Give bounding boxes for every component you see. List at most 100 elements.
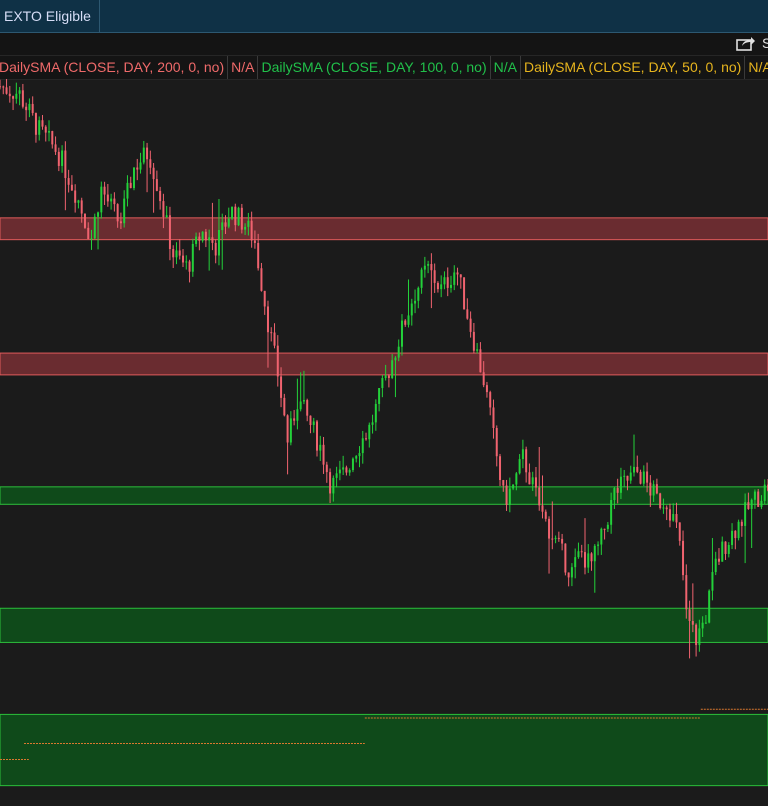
candle-body xyxy=(623,475,626,477)
candle-body xyxy=(544,511,547,519)
candle-body xyxy=(293,418,296,421)
candle-body xyxy=(12,96,15,99)
candle-body xyxy=(721,541,724,562)
candle-body xyxy=(100,186,103,213)
candle-body xyxy=(698,628,701,646)
candle-body xyxy=(260,268,263,291)
resistance-zone xyxy=(0,217,768,241)
candle-body xyxy=(675,514,678,523)
candle-body xyxy=(374,403,377,423)
candle-body xyxy=(61,150,64,166)
candle-body xyxy=(18,90,21,94)
candle-body xyxy=(593,545,596,562)
candle-body xyxy=(358,453,361,457)
candle-body xyxy=(704,622,707,624)
candle-body xyxy=(453,272,456,285)
candle-body xyxy=(417,287,420,301)
candle-body xyxy=(541,505,544,512)
candle-body xyxy=(518,459,521,474)
candle-body xyxy=(15,93,18,99)
candle-body xyxy=(113,198,116,205)
candle-body xyxy=(678,522,681,541)
candle-body xyxy=(633,466,636,473)
candle-body xyxy=(299,401,302,410)
candle-body xyxy=(548,518,551,539)
candle-body xyxy=(306,400,309,416)
candle-body xyxy=(479,349,482,373)
candle-body xyxy=(110,198,113,202)
candle-body xyxy=(597,544,600,546)
candle-body xyxy=(348,470,351,473)
candle-body xyxy=(443,277,446,285)
candle-body xyxy=(574,557,577,568)
candle-body xyxy=(557,537,560,539)
candle-body xyxy=(427,264,430,266)
candle-body xyxy=(407,315,410,325)
candle-body xyxy=(629,472,632,481)
candle-body xyxy=(682,540,685,576)
candle-body xyxy=(74,190,77,203)
toolbar-truncated-label: S xyxy=(762,35,768,51)
price-chart[interactable] xyxy=(0,79,768,806)
candle-body xyxy=(492,407,495,429)
candle-body xyxy=(734,530,737,539)
candle-body xyxy=(351,458,354,471)
candle-body xyxy=(502,480,505,486)
candle-body xyxy=(649,482,652,496)
candle-body xyxy=(394,357,397,361)
candle-body xyxy=(521,449,524,460)
candle-body xyxy=(25,106,28,111)
candle-body xyxy=(616,488,619,493)
candle-body xyxy=(476,349,479,351)
candle-body xyxy=(221,222,224,231)
candle-body xyxy=(731,530,734,546)
candle-body xyxy=(64,150,67,179)
candle-body xyxy=(685,575,688,610)
candle-body xyxy=(613,488,616,500)
candle-body xyxy=(449,284,452,288)
candle-body xyxy=(0,86,1,88)
candle-body xyxy=(740,521,743,526)
candle-body xyxy=(525,449,528,473)
candle-body xyxy=(410,303,413,316)
candle-body xyxy=(316,421,319,451)
candle-body xyxy=(423,265,426,270)
chart-toolbar xyxy=(0,33,768,55)
candle-body xyxy=(459,274,462,278)
candle-body xyxy=(708,590,711,623)
candle-body xyxy=(38,120,41,135)
candle-body xyxy=(283,397,286,416)
candle-body xyxy=(123,198,126,224)
candle-body xyxy=(472,331,475,351)
candle-body xyxy=(54,144,57,152)
candle-body xyxy=(44,126,47,133)
candle-body xyxy=(28,103,31,111)
candle-body xyxy=(322,444,325,465)
candle-body xyxy=(83,213,86,228)
candle-body xyxy=(201,231,204,241)
candle-body xyxy=(727,545,730,554)
candle-body xyxy=(747,502,750,509)
candle-body xyxy=(757,491,760,507)
candle-body xyxy=(67,178,70,185)
candle-body xyxy=(77,200,80,203)
candle-body xyxy=(469,318,472,332)
candle-body xyxy=(384,375,387,379)
tab-exto-eligible[interactable]: EXTO Eligible xyxy=(0,0,100,32)
candle-body xyxy=(289,418,292,443)
candle-body xyxy=(172,249,175,258)
candle-body xyxy=(639,471,642,484)
candle-body xyxy=(561,538,564,544)
candle-body xyxy=(41,120,44,127)
candle-body xyxy=(750,499,753,509)
study-label[interactable]: DailySMA (CLOSE, DAY, 50, 0, no) xyxy=(521,56,746,79)
candle-body xyxy=(512,484,515,489)
candle-body xyxy=(466,309,469,319)
study-label[interactable]: DailySMA (CLOSE, DAY, 200, 0, no) xyxy=(0,56,229,79)
share-icon[interactable] xyxy=(736,35,756,51)
candle-body xyxy=(515,473,518,485)
candle-body xyxy=(182,255,185,263)
candle-body xyxy=(152,167,155,180)
candle-body xyxy=(691,620,694,625)
study-label[interactable]: DailySMA (CLOSE, DAY, 100, 0, no) xyxy=(258,56,491,79)
